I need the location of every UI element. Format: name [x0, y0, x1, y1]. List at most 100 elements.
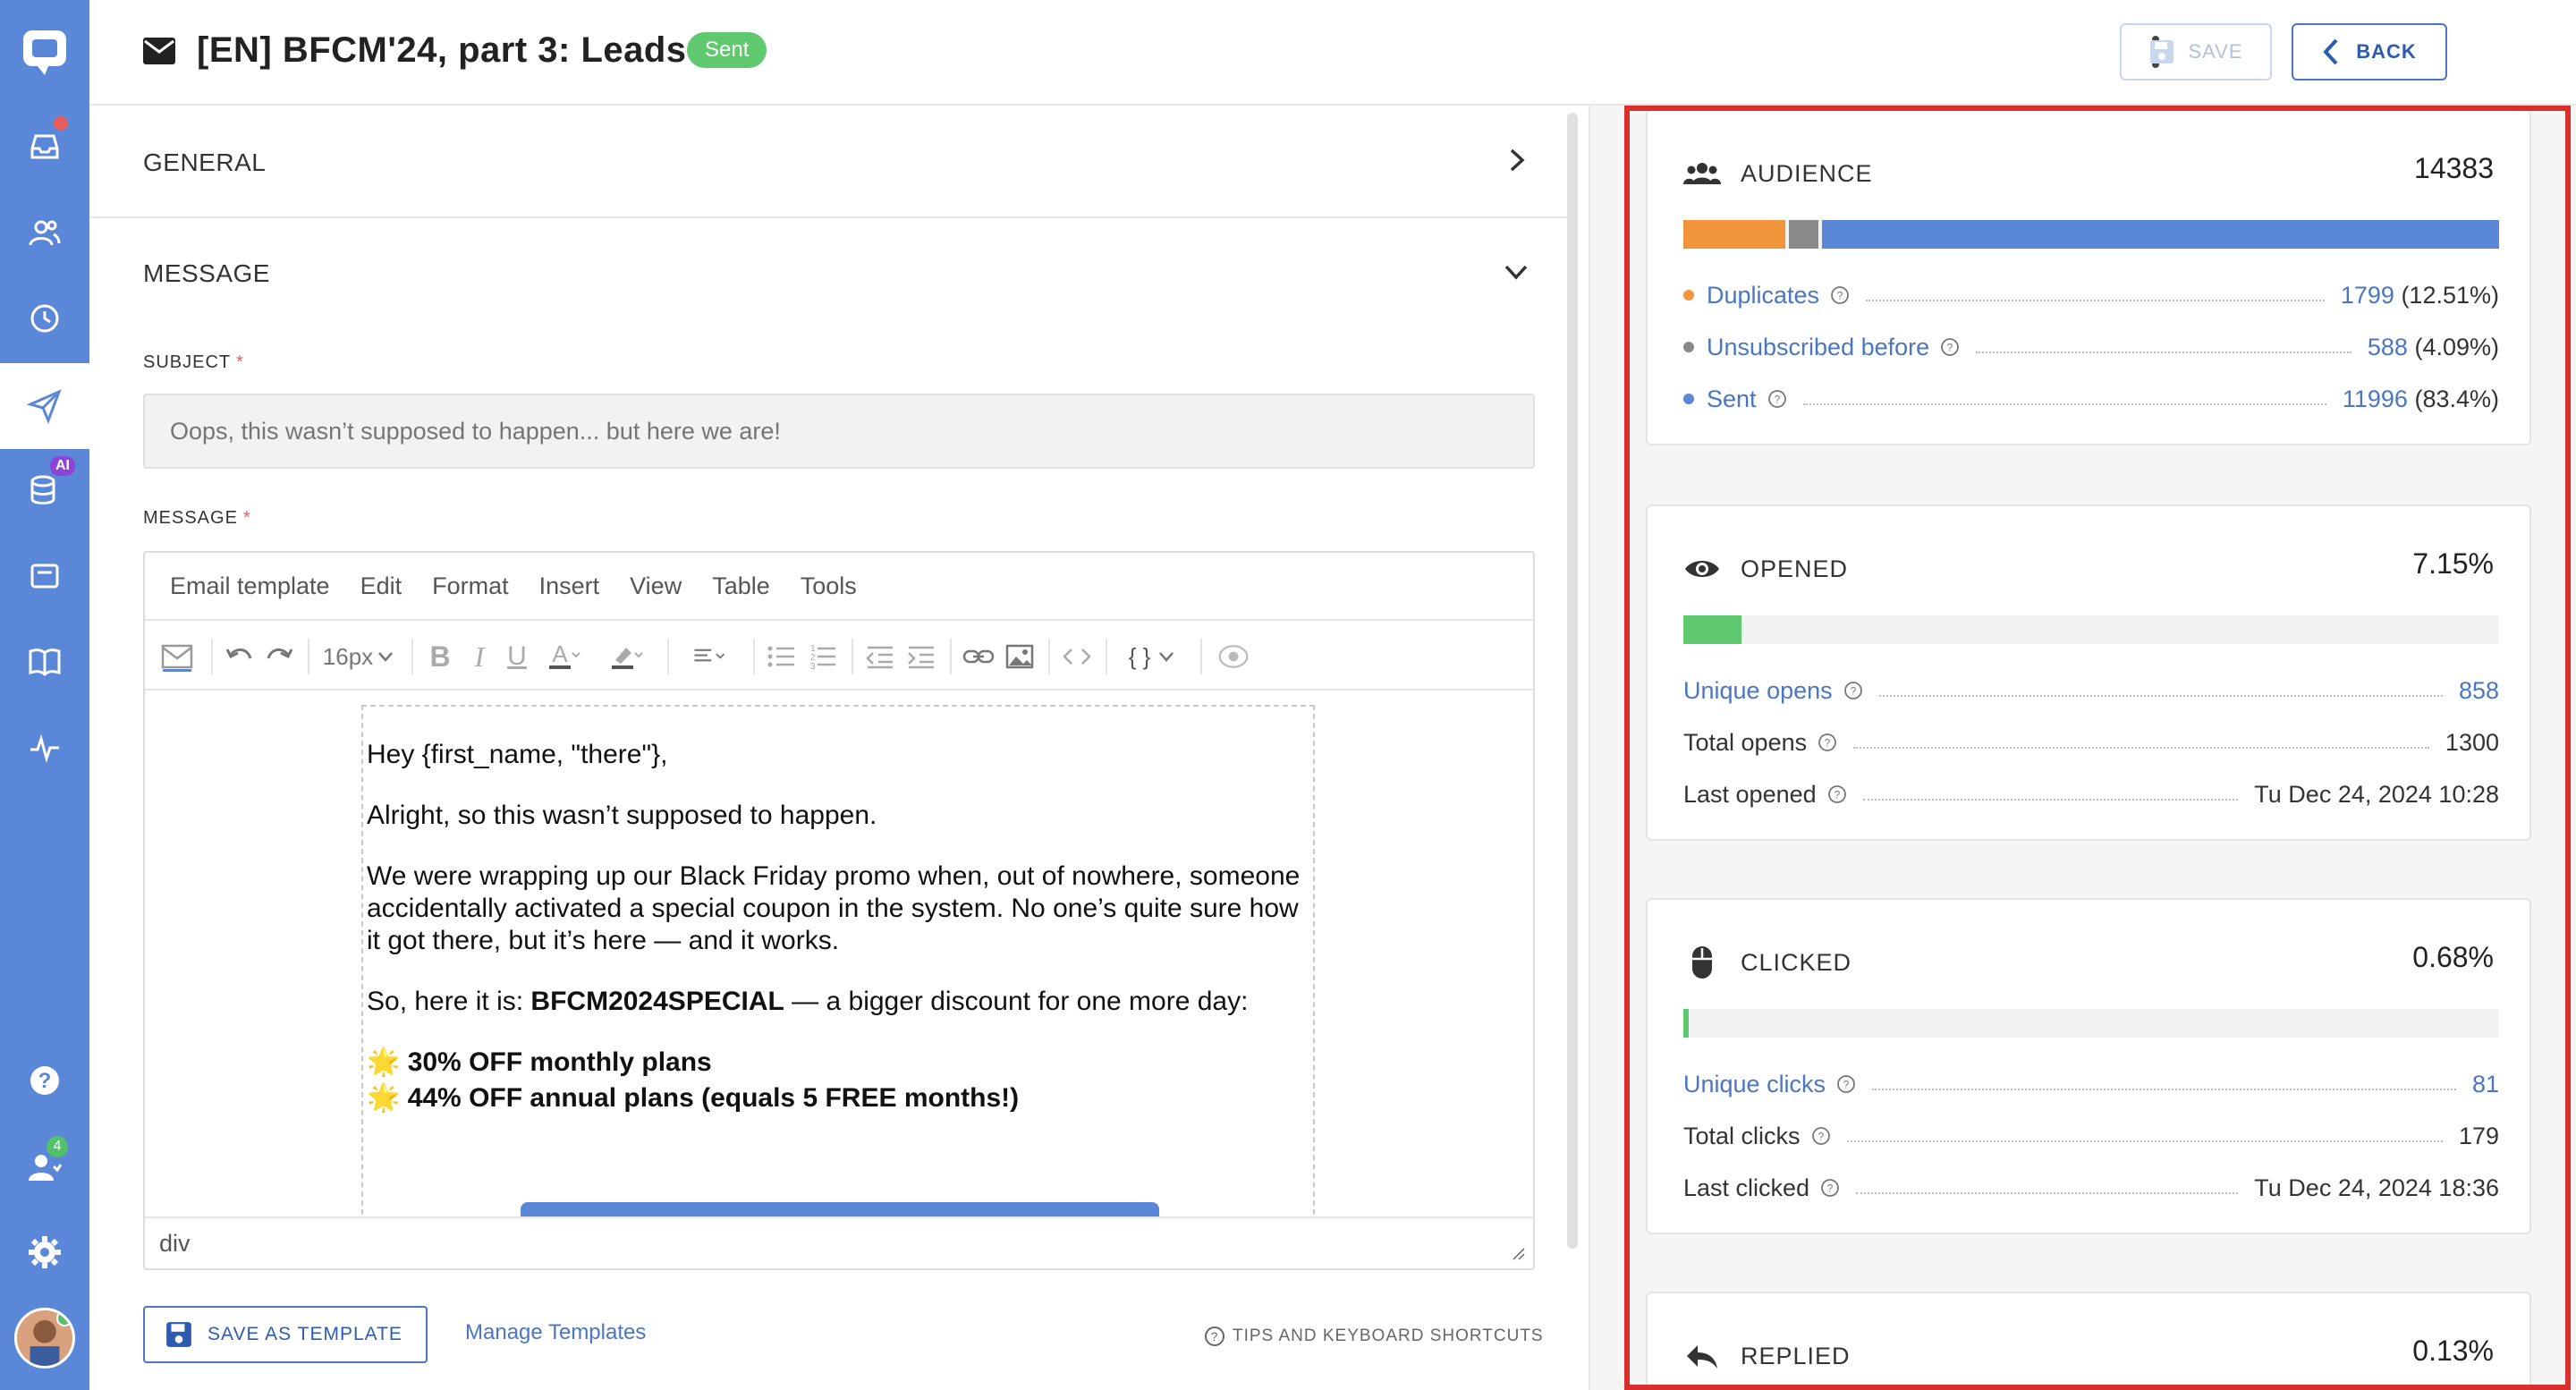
editor-content[interactable]: Hey {first_name, "there"}, Alright, so t…: [145, 691, 1533, 1216]
audience-row-count[interactable]: 588: [2368, 334, 2408, 360]
help-circle-icon[interactable]: ?: [1836, 1074, 1856, 1094]
audience-row-label[interactable]: Duplicates: [1707, 282, 1819, 309]
unread-dot: [54, 116, 68, 131]
audience-row-label[interactable]: Sent: [1707, 386, 1757, 413]
help-circle-icon[interactable]: ?: [1767, 389, 1787, 409]
dotted-leader: [1866, 300, 2325, 301]
clicked-title-label: CLICKED: [1741, 948, 1852, 976]
indent-button[interactable]: [903, 639, 939, 674]
online-status-dot: [56, 1310, 72, 1326]
nav-history[interactable]: [0, 275, 89, 361]
preview-button[interactable]: [1211, 639, 1256, 674]
svg-text:?: ?: [1837, 290, 1843, 302]
insert-link-button[interactable]: [961, 639, 996, 674]
nav-campaigns[interactable]: [0, 363, 89, 449]
audience-total: 14383: [2414, 152, 2494, 184]
help-circle-icon[interactable]: ?: [1811, 1126, 1831, 1146]
code-icon: [1063, 648, 1091, 665]
clicked-row: Total clicks? 179: [1683, 1118, 2499, 1154]
email-template-button[interactable]: [156, 639, 199, 674]
insert-image-button[interactable]: [1002, 639, 1038, 674]
undo-button[interactable]: [222, 639, 258, 674]
source-code-button[interactable]: [1059, 639, 1095, 674]
email-body[interactable]: Hey {first_name, "there"}, Alright, so t…: [361, 705, 1315, 1216]
element-path[interactable]: div: [159, 1230, 191, 1257]
rich-text-editor[interactable]: Email template Edit Format Insert View T…: [143, 551, 1535, 1270]
floppy-disk-icon: [2150, 40, 2174, 64]
audience-row-count[interactable]: 11996: [2343, 386, 2408, 412]
book-icon: [29, 648, 61, 677]
opened-title: OPENED: [1683, 553, 1848, 585]
save-as-template-button[interactable]: SAVE AS TEMPLATE: [143, 1306, 428, 1363]
nav-settings[interactable]: [0, 1209, 89, 1295]
audience-row-count[interactable]: 1799: [2341, 282, 2394, 309]
dotted-leader: [1853, 747, 2429, 749]
audience-row-label[interactable]: Unsubscribed before: [1707, 334, 1929, 361]
resize-handle-icon[interactable]: [1512, 1247, 1526, 1261]
nav-analytics[interactable]: [0, 705, 89, 791]
menu-view[interactable]: View: [630, 572, 682, 600]
italic-button[interactable]: I: [462, 639, 497, 674]
manage-templates-link[interactable]: Manage Templates: [465, 1320, 646, 1345]
user-avatar[interactable]: [14, 1308, 75, 1369]
nav-help[interactable]: ?: [0, 1038, 89, 1123]
underline-button[interactable]: U: [499, 639, 535, 674]
nav-knowledge-base[interactable]: [0, 619, 89, 705]
text-color-button[interactable]: A: [538, 639, 592, 674]
audience-card: AUDIENCE 14383 Duplicates? 1799 (12.51%) U…: [1646, 109, 2531, 445]
tips-shortcuts-link[interactable]: ? TIPS AND KEYBOARD SHORTCUTS: [1204, 1326, 1544, 1347]
chevron-down-icon: [1504, 265, 1528, 280]
svg-text:?: ?: [1818, 1131, 1824, 1143]
align-button[interactable]: [678, 639, 741, 674]
nav-widgets[interactable]: [0, 533, 89, 619]
help-circle-icon[interactable]: ?: [1940, 337, 1960, 357]
audience-row-value: 1799 (12.51%): [2341, 282, 2499, 309]
nav-contacts[interactable]: [0, 190, 89, 275]
clicked-row-value[interactable]: 81: [2472, 1071, 2499, 1098]
nav-ai-bots[interactable]: AI: [0, 447, 89, 533]
nav-inbox[interactable]: [0, 104, 89, 190]
bold-button[interactable]: B: [422, 639, 458, 674]
opened-row-value[interactable]: 858: [2459, 677, 2499, 705]
nav-team[interactable]: 4: [0, 1123, 89, 1209]
send-icon: [27, 389, 62, 424]
clicked-row: Unique clicks? 81: [1683, 1066, 2499, 1102]
menu-email-template[interactable]: Email template: [170, 572, 330, 600]
redo-button[interactable]: [261, 639, 297, 674]
editor-scrollbar[interactable]: [1567, 113, 1578, 1249]
bullet-list-button[interactable]: [764, 639, 800, 674]
help-circle-icon[interactable]: ?: [1827, 784, 1847, 804]
menu-table[interactable]: Table: [712, 572, 770, 600]
merge-tags-button[interactable]: { }: [1116, 639, 1188, 674]
font-size-select[interactable]: 16px: [318, 639, 399, 674]
menu-edit[interactable]: Edit: [360, 572, 402, 600]
clicked-card: CLICKED 0.68% Unique clicks? 81 Total clic…: [1646, 898, 2531, 1234]
menu-tools[interactable]: Tools: [801, 572, 857, 600]
help-circle-icon[interactable]: ?: [1843, 681, 1863, 700]
save-as-template-label: SAVE AS TEMPLATE: [208, 1324, 402, 1344]
save-button-label: SAVE: [2188, 40, 2243, 63]
numbered-list-button[interactable]: 123: [805, 639, 841, 674]
menu-format[interactable]: Format: [432, 572, 509, 600]
clicked-row-label[interactable]: Unique clicks: [1683, 1071, 1826, 1098]
help-circle-icon[interactable]: ?: [1830, 285, 1850, 305]
app-logo-icon[interactable]: [18, 25, 72, 79]
opened-row: Last opened? Tu Dec 24, 2024 10:28: [1683, 776, 2499, 812]
subject-input[interactable]: [143, 394, 1535, 469]
back-button[interactable]: BACK: [2292, 23, 2447, 81]
outdent-button[interactable]: [862, 639, 898, 674]
section-message[interactable]: MESSAGE: [89, 218, 1574, 329]
opened-row-label[interactable]: Unique opens: [1683, 677, 1833, 705]
highlight-color-button[interactable]: [601, 639, 655, 674]
replied-rate: 0.13%: [2412, 1335, 2494, 1367]
help-circle-icon[interactable]: ?: [1820, 1178, 1840, 1198]
section-general[interactable]: GENERAL: [89, 107, 1574, 218]
save-button[interactable]: SAVE: [2120, 23, 2272, 81]
tips-label: TIPS AND KEYBOARD SHORTCUTS: [1233, 1326, 1544, 1345]
help-circle-icon[interactable]: ?: [1818, 733, 1837, 752]
audience-bar-segment: [1789, 220, 1818, 249]
menu-insert[interactable]: Insert: [539, 572, 600, 600]
font-size-value: 16px: [322, 642, 374, 670]
clicked-row-label: Total clicks: [1683, 1122, 1801, 1149]
group-icon: [1683, 163, 1721, 184]
